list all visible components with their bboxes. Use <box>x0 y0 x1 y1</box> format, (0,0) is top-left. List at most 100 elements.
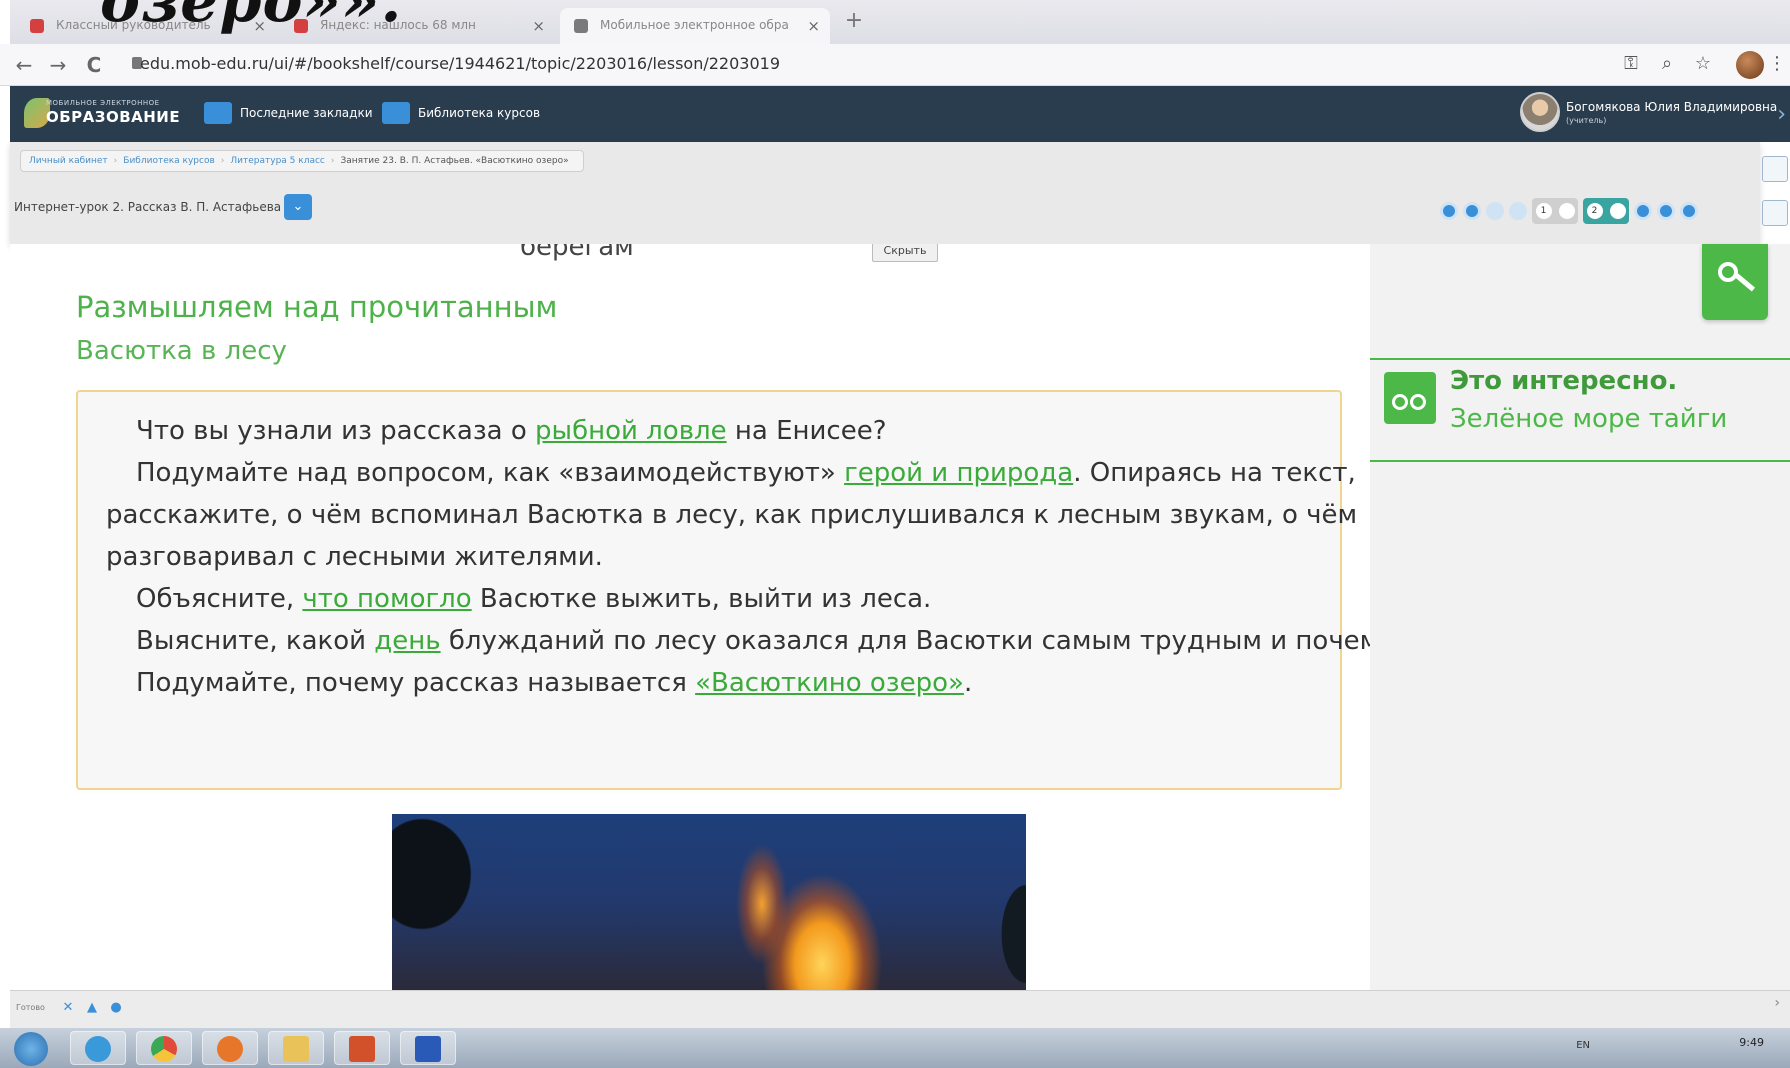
pager-page-1[interactable]: 1 <box>1532 198 1578 224</box>
word-icon <box>415 1036 441 1062</box>
user-name[interactable]: Богомякова Юлия Владимировна <box>1566 100 1777 114</box>
profile-avatar[interactable] <box>1736 51 1764 79</box>
pager-next-button[interactable] <box>1634 202 1652 220</box>
section-subtitle: Васютка в лесу <box>76 336 287 366</box>
task-line: разговаривал с лесными жителями. <box>106 542 603 572</box>
reload-button[interactable]: C <box>82 53 106 77</box>
pager-first-button[interactable] <box>1440 202 1458 220</box>
start-button[interactable] <box>14 1032 48 1066</box>
back-button[interactable]: ← <box>12 53 36 77</box>
close-icon[interactable]: × <box>532 17 545 35</box>
previous-text-fragment: берегам <box>520 244 634 262</box>
chrome-icon <box>151 1036 177 1062</box>
key-button[interactable] <box>1702 244 1768 320</box>
nav-label: Последние закладки <box>240 106 373 120</box>
clock[interactable]: 9:49 <box>1739 1036 1764 1049</box>
task-line: Объясните, что помогло Васютке выжить, в… <box>136 584 932 614</box>
pager-forward-button[interactable] <box>1657 202 1675 220</box>
library-icon <box>382 102 410 124</box>
campfire-image <box>392 814 1026 990</box>
pager-page-2[interactable]: 2 <box>1583 198 1629 224</box>
tab-favicon-icon <box>574 19 588 33</box>
breadcrumb-item-current: Занятие 23. В. П. Астафьев. «Васюткино о… <box>340 156 569 166</box>
task-line: Подумайте, почему рассказ называется «Ва… <box>136 668 973 698</box>
logo-text[interactable]: ОБРАЗОВАНИЕ <box>46 108 180 126</box>
link-hero-nature[interactable]: герой и природа <box>844 458 1073 488</box>
link-what-helped[interactable]: что помогло <box>302 584 471 614</box>
tab-favicon-icon <box>30 19 44 33</box>
user-avatar[interactable] <box>1520 92 1560 132</box>
task-box: Что вы узнали из рассказа о рыбной ловле… <box>76 390 1370 790</box>
slide-heading: озеро»». <box>100 0 403 36</box>
task-line: расскажите, о чём вспоминал Васютка в ле… <box>106 500 1358 530</box>
pager-play-button[interactable] <box>1486 202 1504 220</box>
lesson-pager: 1 2 <box>1440 198 1698 224</box>
powerpoint-icon <box>349 1036 375 1062</box>
page-number: 2 <box>1586 203 1603 219</box>
info-icon[interactable]: ● <box>108 1000 124 1016</box>
zoom-icon[interactable]: ⌕ <box>1656 53 1678 75</box>
hide-button[interactable]: Скрыть <box>872 244 938 262</box>
user-role: (учитель) <box>1566 116 1607 125</box>
chevron-down-icon[interactable]: ⌄ <box>284 194 312 220</box>
os-taskbar: EN 9:49 <box>0 1028 1790 1068</box>
lesson-select[interactable]: Интернет-урок 2. Рассказ В. П. Астафьева… <box>14 194 314 220</box>
forward-button[interactable]: → <box>46 53 70 77</box>
right-panel: Это интересно. Зелёное море тайги <box>1370 244 1790 990</box>
app-header: МОБИЛЬНОЕ ЭЛЕКТРОННОЕ ОБРАЗОВАНИЕ Послед… <box>10 86 1790 142</box>
pager-last-button[interactable] <box>1680 202 1698 220</box>
breadcrumb-item[interactable]: Литература 5 класс <box>230 156 324 166</box>
tree-silhouette <box>392 814 502 990</box>
lesson-content: берегам Скрыть Размышляем над прочитанны… <box>10 244 1370 990</box>
notes-icon[interactable] <box>1762 156 1788 182</box>
link-vasyutkino-ozero[interactable]: «Васюткино озеро» <box>695 668 964 698</box>
breadcrumb-item[interactable]: Личный кабинет <box>29 156 108 166</box>
panel-subtitle[interactable]: Зелёное море тайги <box>1450 404 1727 434</box>
firefox-icon <box>217 1036 243 1062</box>
lesson-toolbar: Личный кабинет › Библиотека курсов › Литер… <box>10 142 1760 244</box>
taskbar-word[interactable] <box>400 1031 456 1065</box>
taskbar-powerpoint[interactable] <box>334 1031 390 1065</box>
keyboard-language[interactable]: EN <box>1576 1040 1590 1051</box>
page-number: 1 <box>1535 203 1552 219</box>
browser-tab-3-active[interactable]: Мобильное электронное обра × <box>560 8 830 44</box>
link-day[interactable]: день <box>374 626 440 656</box>
logo-top-text: МОБИЛЬНОЕ ЭЛЕКТРОННОЕ <box>46 99 160 107</box>
taskbar-chrome[interactable] <box>136 1031 192 1065</box>
folder-icon <box>283 1036 309 1062</box>
link-fishing[interactable]: рыбной ловле <box>535 416 727 446</box>
task-line: Выясните, какой день блужданий по лесу о… <box>136 626 1370 656</box>
breadcrumb: Личный кабинет › Библиотека курсов › Литер… <box>20 150 584 172</box>
table-icon[interactable] <box>1762 200 1788 226</box>
menu-icon[interactable]: ⋮ <box>1766 53 1788 75</box>
panel-title[interactable]: Это интересно. <box>1450 366 1677 396</box>
lock-icon[interactable]: ▲ <box>84 1000 100 1016</box>
divider <box>1370 358 1790 360</box>
chevron-right-icon[interactable]: › <box>1777 102 1786 127</box>
nav-course-library[interactable]: Библиотека курсов <box>382 102 540 124</box>
address-bar: ← → C edu.mob-edu.ru/ui/#/bookshelf/cour… <box>0 44 1790 86</box>
divider <box>1370 460 1790 462</box>
url-field[interactable]: edu.mob-edu.ru/ui/#/bookshelf/course/194… <box>140 54 780 73</box>
new-tab-button[interactable]: + <box>840 10 868 34</box>
nav-label: Библиотека курсов <box>418 106 541 120</box>
chevron-right-icon[interactable]: › <box>1774 995 1780 1011</box>
status-text: Готово <box>16 1003 45 1012</box>
pager-info-button[interactable] <box>1509 202 1527 220</box>
key-icon[interactable]: ⚿ <box>1620 53 1642 75</box>
taskbar-explorer[interactable] <box>268 1031 324 1065</box>
taskbar-firefox[interactable] <box>202 1031 258 1065</box>
task-line: Подумайте над вопросом, как «взаимодейст… <box>136 458 1356 488</box>
side-tools <box>1760 144 1790 244</box>
key-icon <box>1718 262 1738 282</box>
binoculars-icon <box>1384 372 1436 424</box>
nav-recent-bookmarks[interactable]: Последние закладки <box>204 102 373 124</box>
tab-label: Мобильное электронное обра <box>600 18 789 32</box>
breadcrumb-item[interactable]: Библиотека курсов <box>123 156 215 166</box>
tools-icon[interactable]: ✕ <box>60 1000 76 1016</box>
pager-prev-button[interactable] <box>1463 202 1481 220</box>
taskbar-ie[interactable] <box>70 1031 126 1065</box>
status-bar: Готово ✕ ▲ ● › <box>10 990 1790 1028</box>
bookmark-star-icon[interactable]: ☆ <box>1692 53 1714 75</box>
close-icon[interactable]: × <box>807 17 820 35</box>
